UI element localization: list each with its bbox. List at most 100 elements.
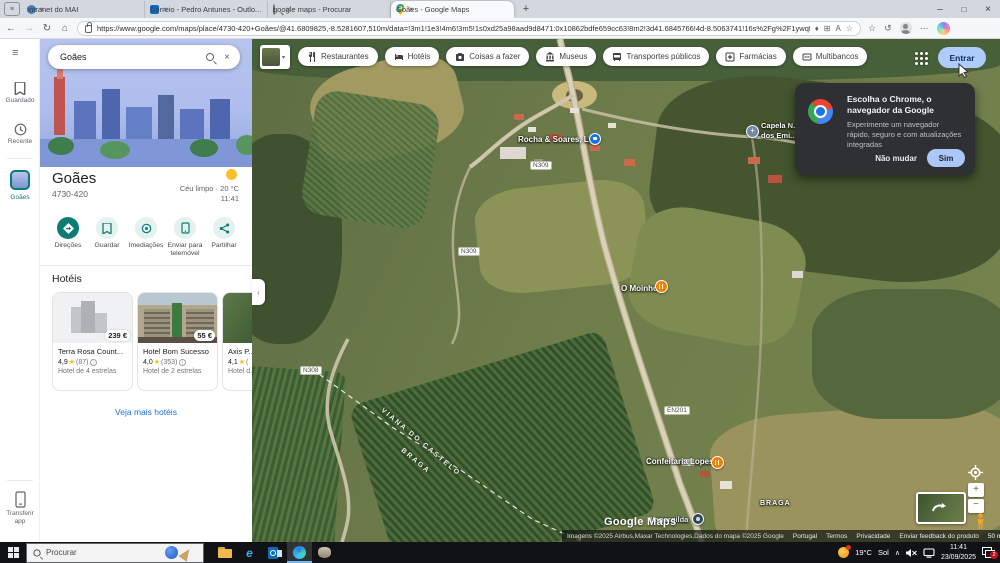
edge-icon[interactable] [287, 542, 312, 563]
taskbar-search-box[interactable]: Procurar [26, 542, 204, 563]
map-label-bakery[interactable]: Confeitaria Lopes [646, 457, 714, 466]
map-label-restaurant[interactable]: O Moinho [621, 284, 658, 293]
chip-public-transport[interactable]: Transportes públicos [603, 47, 710, 66]
favorites-icon[interactable]: ☆ [868, 23, 876, 34]
taskbar-clock[interactable]: 11:41 23/09/2025 [941, 543, 976, 562]
copilot-icon[interactable] [936, 21, 950, 35]
chip-atms[interactable]: Multibancos [792, 47, 868, 66]
church-marker-icon[interactable]: + [746, 125, 759, 138]
chip-hotels[interactable]: Hotéis [384, 47, 440, 66]
map-canvas[interactable]: ▾ Restaurantes Hotéis Coisas a fazer Mus… [252, 39, 1000, 542]
close-button[interactable]: × [976, 0, 1000, 18]
search-input[interactable]: Goães [48, 52, 206, 62]
hotel-card[interactable]: 239 € Terra Rosa Count... 4,9 ★ (87) i Hote… [52, 292, 133, 391]
hotel-card[interactable]: Axis P... 4,1★( Hotel d... [222, 292, 252, 391]
restaurant-marker-icon[interactable] [711, 456, 724, 469]
tab-outlook[interactable]: Correio - Pedro Antunes - Outlo... × [145, 1, 268, 18]
chip-pharmacies[interactable]: Farmácias [716, 47, 786, 66]
hotel-card[interactable]: 55 € Hotel Bom Sucesso 4,0 ★ (353) i Hotel … [137, 292, 218, 391]
minimize-button[interactable]: ─ [928, 0, 952, 18]
place-title: Goães [52, 170, 97, 187]
search-icon[interactable] [206, 53, 214, 61]
share-button[interactable]: Partilhar [204, 217, 244, 250]
internet-explorer-icon[interactable]: e [237, 542, 262, 563]
refresh-icon[interactable]: ↻ [38, 23, 56, 34]
more-menu-icon[interactable]: ⋯ [920, 23, 929, 34]
nearby-button[interactable]: Imediações [126, 217, 166, 250]
attribution-link[interactable]: Privacidade [856, 533, 890, 540]
url-text[interactable]: https://www.google.com/maps/place/4730-4… [97, 24, 810, 33]
saved-icon[interactable] [14, 82, 26, 95]
road-shield: N308 [300, 366, 322, 375]
attribution-link[interactable]: Portugal [793, 533, 817, 540]
save-button[interactable]: Guardar [87, 217, 127, 250]
send-to-phone-button[interactable]: Enviar para telemóvel [165, 217, 205, 258]
tray-weather-temp[interactable]: 19°C [855, 548, 872, 557]
promo-decline-button[interactable]: Não mudar [875, 154, 917, 163]
work-marker-icon[interactable] [589, 133, 601, 145]
network-icon[interactable] [923, 547, 935, 558]
read-aloud-icon[interactable]: A [835, 24, 840, 33]
stop-marker-icon[interactable] [692, 513, 704, 525]
download-app-icon[interactable] [15, 491, 26, 508]
directions-button[interactable]: Direções [48, 217, 88, 250]
phone-icon [180, 222, 190, 234]
outlook-icon[interactable] [262, 542, 287, 563]
forward-icon[interactable]: → [20, 23, 38, 34]
pegman-icon[interactable] [975, 513, 986, 530]
address-bar[interactable]: https://www.google.com/maps/place/4730-4… [77, 20, 861, 36]
clear-search-icon[interactable]: × [214, 52, 240, 63]
rail-item-recents[interactable]: Recente [0, 138, 40, 145]
info-icon[interactable]: i [90, 358, 98, 366]
notifications-icon[interactable]: 2 [982, 546, 998, 559]
volume-muted-icon[interactable] [905, 548, 917, 558]
download-app-label[interactable]: app [0, 518, 40, 525]
tab-google-maps[interactable]: Goães - Google Maps × [391, 1, 514, 18]
rail-place-thumbnail[interactable] [10, 170, 30, 190]
map-label-business[interactable]: Rocha & Soares, Lda [518, 135, 598, 144]
maps-search-box[interactable]: Goães × [48, 45, 240, 69]
chip-museums[interactable]: Museus [536, 47, 597, 66]
collapse-panel-button[interactable]: ‹ [252, 279, 265, 305]
info-icon[interactable]: i [179, 358, 187, 366]
more-hotels-link[interactable]: Veja mais hotéis [40, 407, 252, 417]
weather-icon[interactable] [838, 545, 852, 558]
show-hidden-icons[interactable]: ∧ [895, 549, 900, 557]
maximize-button[interactable]: □ [952, 0, 976, 18]
map-label-chapel-2[interactable]: dos Emi... [761, 131, 796, 140]
add-favorite-icon[interactable]: ☆ [846, 24, 853, 33]
promo-accept-button[interactable]: Sim [927, 149, 965, 167]
rail-item-saved[interactable]: Guardado [0, 97, 40, 104]
home-icon[interactable]: ⌂ [56, 23, 74, 34]
chip-things-to-do[interactable]: Coisas a fazer [446, 47, 530, 66]
recents-icon[interactable] [14, 123, 27, 136]
road-shield: N309 [458, 247, 480, 256]
maps-app-icon[interactable]: ♦ [815, 24, 819, 33]
rail-item-place[interactable]: Goães [0, 194, 40, 201]
restaurant-marker-icon[interactable] [655, 280, 668, 293]
split-screen-icon[interactable]: ⊞ [824, 24, 831, 33]
google-apps-grid-icon[interactable] [915, 52, 929, 66]
profile-avatar[interactable] [899, 22, 912, 34]
tab-actions-button[interactable]: ≡ [4, 2, 20, 16]
my-location-icon[interactable] [968, 465, 983, 480]
download-app-label[interactable]: Transferir [0, 510, 40, 517]
history-icon[interactable]: ↺ [884, 23, 892, 34]
chip-restaurants[interactable]: Restaurantes [298, 47, 378, 66]
map-label-chapel[interactable]: Capela N... [761, 121, 799, 130]
tab-intranet[interactable]: Intranet do MAI × [22, 1, 145, 18]
back-icon[interactable]: ← [2, 23, 20, 34]
menu-icon[interactable]: ≡ [12, 47, 18, 59]
start-button[interactable] [0, 542, 26, 563]
app-icon[interactable] [312, 542, 337, 563]
zoom-out-button[interactable]: − [968, 499, 984, 513]
tray-weather-cond[interactable]: Sol [878, 548, 889, 557]
tab-search[interactable]: google maps - Procurar × [268, 1, 391, 18]
new-tab-button[interactable]: + [518, 1, 534, 17]
zoom-in-button[interactable]: + [968, 483, 984, 497]
file-explorer-icon[interactable] [212, 542, 237, 563]
attribution-link[interactable]: Termos [826, 533, 847, 540]
attribution-link[interactable]: Enviar feedback do produto [899, 533, 979, 540]
imagery-inset-thumbnail[interactable] [916, 492, 966, 524]
map-type-button[interactable]: ▾ [260, 45, 290, 69]
